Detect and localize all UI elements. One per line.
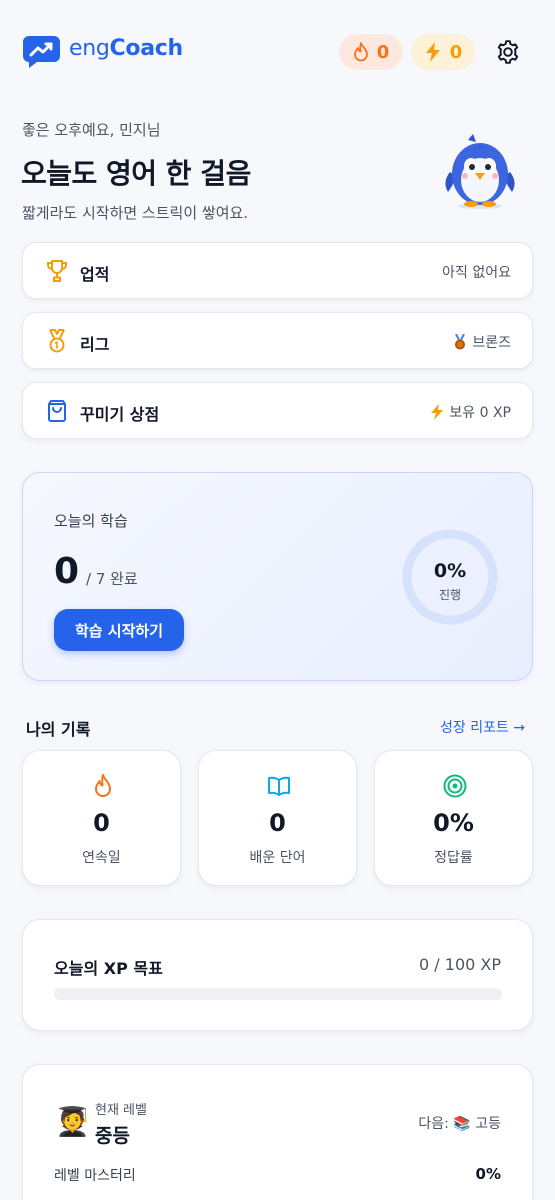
trophy-icon <box>47 260 67 282</box>
mastery-value: 0% <box>475 1165 501 1183</box>
stat-words[interactable]: 0 배운 단어 <box>198 750 357 886</box>
menu-label: 업적 <box>80 265 110 284</box>
app-logo-text: engCoach <box>69 36 183 61</box>
target-icon <box>443 774 467 798</box>
today-learning-label: 오늘의 학습 <box>54 512 128 530</box>
total-lessons: / 7 완료 <box>86 570 138 588</box>
menu-label: 꾸미기 상점 <box>80 405 160 424</box>
stat-value: 0% <box>433 809 474 837</box>
current-level-name: 중등 <box>95 1125 130 1147</box>
bronze-medal-icon <box>455 334 466 350</box>
stat-label: 배운 단어 <box>249 850 306 866</box>
menu-value: 브론즈 <box>453 332 511 352</box>
streak-count: 0 <box>376 41 390 63</box>
records-title: 나의 기록 <box>26 720 91 739</box>
page-title: 오늘도 영어 한 걸음 <box>21 157 251 190</box>
menu-label: 리그 <box>80 335 110 354</box>
app-header: engCoach 0 0 <box>0 0 555 104</box>
stat-value: 0 <box>93 809 110 837</box>
today-learning-card: 오늘의 학습 0 / 7 완료 학습 시작하기 0% 진행 <box>22 472 533 681</box>
book-icon <box>268 776 290 796</box>
menu-league[interactable]: 리그 브론즈 <box>22 312 533 369</box>
logo-prefix: eng <box>69 36 110 61</box>
student-icon: 🧑‍🎓 <box>55 1105 90 1138</box>
xp-goal-value: 0 / 100 XP <box>419 955 501 974</box>
xp-pill[interactable]: 0 <box>411 34 475 70</box>
mastery-label: 레벨 마스터리 <box>54 1168 136 1184</box>
lightning-icon <box>425 42 440 62</box>
completed-count: 0 <box>54 551 80 592</box>
achievements-status: 아직 없어요 <box>442 265 511 281</box>
menu-shop[interactable]: 꾸미기 상점 보유 0 XP <box>22 382 533 439</box>
streak-pill[interactable]: 0 <box>339 34 403 70</box>
logo-chat-trend-icon <box>23 36 60 68</box>
xp-goal-card: 오늘의 XP 목표 0 / 100 XP <box>22 919 533 1031</box>
menu-achievements[interactable]: 업적 아직 없어요 <box>22 242 533 299</box>
stat-label: 연속일 <box>82 850 121 866</box>
gear-icon[interactable] <box>495 39 521 65</box>
start-learning-button[interactable]: 학습 시작하기 <box>54 609 184 651</box>
progress-label: 진행 <box>438 588 462 602</box>
level-card: 🧑‍🎓 현재 레벨 중등 다음: 📚 고등 레벨 마스터리 0% <box>22 1064 533 1200</box>
next-level: 다음: 📚 고등 <box>418 1116 501 1132</box>
current-level-label: 현재 레벨 <box>95 1103 147 1118</box>
medal-icon <box>49 329 65 353</box>
league-tier: 브론즈 <box>472 335 511 351</box>
xp-progress-bar <box>54 988 502 1000</box>
stat-accuracy[interactable]: 0% 정답률 <box>374 750 533 886</box>
growth-report-link[interactable]: 성장 리포트 → <box>440 717 525 737</box>
stat-value: 0 <box>269 809 286 837</box>
penguin-mascot-icon <box>445 134 515 209</box>
xp-count: 0 <box>449 41 463 63</box>
menu-value: 아직 없어요 <box>442 262 511 282</box>
stat-streak[interactable]: 0 연속일 <box>22 750 181 886</box>
greeting-subtitle: 짧게라도 시작하면 스트릭이 쌓여요. <box>22 204 249 222</box>
flame-icon <box>353 42 368 62</box>
xp-balance: 보유 0 XP <box>449 405 511 421</box>
stat-label: 정답률 <box>434 850 473 866</box>
greeting-text: 좋은 오후예요, 민지님 <box>22 121 161 139</box>
lightning-icon <box>431 404 444 420</box>
flame-icon <box>95 774 111 797</box>
logo-suffix: Coach <box>109 36 184 61</box>
shopping-bag-icon <box>48 400 66 422</box>
progress-percent: 0% <box>433 560 467 582</box>
menu-value: 보유 0 XP <box>430 402 511 422</box>
xp-goal-title: 오늘의 XP 목표 <box>54 959 163 978</box>
